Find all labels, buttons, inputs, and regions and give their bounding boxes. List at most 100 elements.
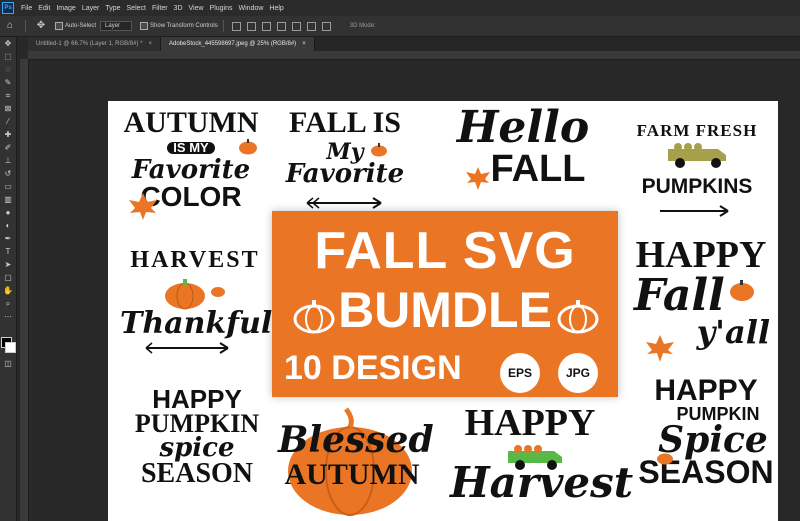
design-text: AUTUMN bbox=[123, 106, 259, 139]
move-tool-icon[interactable]: ✥ bbox=[35, 20, 47, 32]
pumpkin-icon bbox=[239, 139, 257, 155]
design-happy-pumpkin-spice-season-2: HAPPY PUMPKIN Spice SEASON bbox=[636, 374, 776, 488]
close-icon[interactable]: × bbox=[302, 41, 306, 47]
lasso-tool-icon[interactable]: ◌ bbox=[0, 63, 16, 76]
tab-adobestock[interactable]: AdobeStock_445598697.jpeg @ 25% (RGB/8#)… bbox=[161, 37, 315, 51]
pumpkin-icon bbox=[211, 287, 225, 297]
shape-tool-icon[interactable]: ▢ bbox=[0, 271, 16, 284]
quick-mask-icon[interactable]: ◫ bbox=[0, 357, 16, 370]
design-text: HAPPY bbox=[654, 374, 758, 407]
menu-plugins[interactable]: Plugins bbox=[207, 5, 236, 12]
design-text: IS MY bbox=[167, 140, 215, 154]
home-icon[interactable]: ⌂ bbox=[4, 20, 16, 32]
pen-tool-icon[interactable]: ✒ bbox=[0, 232, 16, 245]
pickup-truck-icon bbox=[508, 445, 562, 470]
hand-tool-icon[interactable]: ✋ bbox=[0, 284, 16, 297]
align-top-icon[interactable] bbox=[276, 21, 286, 31]
arrow-icon bbox=[660, 205, 729, 217]
frame-tool-icon[interactable]: ⊠ bbox=[0, 102, 16, 115]
crop-tool-icon[interactable]: ⌗ bbox=[0, 89, 16, 102]
tools-panel: ✥ ⬚ ◌ ✎ ⌗ ⊠ ⁄ ✚ ✐ ⊥ ↺ ▭ ▥ ● ◐ ✒ T ➤ ▢ ✋ … bbox=[0, 37, 17, 521]
align-bottom-icon[interactable] bbox=[306, 21, 316, 31]
pumpkin-outline-icon bbox=[557, 300, 599, 334]
menu-file[interactable]: File bbox=[18, 5, 35, 12]
menu-layer[interactable]: Layer bbox=[79, 5, 103, 12]
menu-image[interactable]: Image bbox=[53, 5, 78, 12]
design-happy-pumpkin-spice-season: HAPPY PUMPKIN spice SEASON bbox=[122, 384, 272, 490]
align-left-icon[interactable] bbox=[231, 21, 241, 31]
horizontal-ruler bbox=[28, 51, 800, 60]
menu-select[interactable]: Select bbox=[124, 5, 149, 12]
design-text: AUTUMN bbox=[284, 458, 420, 492]
photoshop-logo: Ps bbox=[2, 2, 14, 14]
design-blessed-autumn: Blessed AUTUMN bbox=[278, 419, 434, 492]
design-text: Favorite bbox=[285, 159, 405, 190]
tab-label: AdobeStock_445598697.jpeg @ 25% (RGB/8#) bbox=[169, 41, 297, 47]
maple-leaf-icon bbox=[466, 167, 490, 190]
pickup-truck-icon bbox=[668, 143, 726, 168]
arrow-icon bbox=[306, 197, 382, 209]
show-transform-label: Show Transform Controls bbox=[150, 23, 218, 29]
menu-edit[interactable]: Edit bbox=[35, 5, 53, 12]
align-center-icon[interactable] bbox=[246, 21, 256, 31]
design-text: HAPPY bbox=[635, 234, 767, 276]
move-tool-icon[interactable]: ✥ bbox=[0, 37, 16, 50]
menu-type[interactable]: Type bbox=[102, 5, 123, 12]
divider bbox=[25, 20, 26, 32]
menu-help[interactable]: Help bbox=[266, 5, 286, 12]
menu-view[interactable]: View bbox=[186, 5, 207, 12]
gradient-tool-icon[interactable]: ▥ bbox=[0, 193, 16, 206]
more-options-icon[interactable] bbox=[321, 21, 331, 31]
close-icon[interactable]: × bbox=[148, 41, 152, 47]
jpg-badge: JPG bbox=[558, 353, 598, 393]
pumpkin-icon bbox=[730, 280, 754, 301]
quick-select-tool-icon[interactable]: ✎ bbox=[0, 76, 16, 89]
auto-select-target-dropdown[interactable]: Layer bbox=[100, 21, 133, 31]
arrow-icon bbox=[145, 342, 229, 354]
marquee-tool-icon[interactable]: ⬚ bbox=[0, 50, 16, 63]
stamp-tool-icon[interactable]: ⊥ bbox=[0, 154, 16, 167]
brush-tool-icon[interactable]: ✐ bbox=[0, 141, 16, 154]
zoom-tool-icon[interactable]: ⌕ bbox=[0, 297, 16, 310]
maple-leaf-icon bbox=[646, 335, 674, 362]
pumpkin-outline-icon bbox=[293, 300, 335, 334]
eps-badge: EPS bbox=[500, 353, 540, 393]
document-canvas[interactable]: AUTUMN IS MY Favorite COLOR FALL IS My F… bbox=[108, 101, 778, 521]
3d-mode-label: 3D Mode: bbox=[349, 23, 376, 29]
tab-untitled[interactable]: Untitled-1 @ 66.7% (Layer 1, RGB/8#) * × bbox=[28, 37, 161, 51]
divider bbox=[222, 20, 224, 32]
menu-3d[interactable]: 3D bbox=[171, 5, 186, 12]
design-text: FARM FRESH bbox=[636, 121, 758, 140]
type-tool-icon[interactable]: T bbox=[0, 245, 16, 258]
align-middle-icon[interactable] bbox=[291, 21, 301, 31]
menu-filter[interactable]: Filter bbox=[149, 5, 171, 12]
design-text: HARVEST bbox=[130, 247, 260, 273]
design-text: HAPPY bbox=[464, 402, 596, 444]
maple-leaf-icon bbox=[129, 193, 157, 220]
design-text: HAPPY bbox=[152, 384, 242, 414]
history-brush-tool-icon[interactable]: ↺ bbox=[0, 167, 16, 180]
design-text: SEASON bbox=[140, 458, 254, 490]
design-text: Blessed bbox=[278, 419, 434, 461]
pumpkin-icon bbox=[371, 143, 387, 157]
banner-title: FALL SVG bbox=[314, 222, 576, 280]
eraser-tool-icon[interactable]: ▭ bbox=[0, 180, 16, 193]
path-select-tool-icon[interactable]: ➤ bbox=[0, 258, 16, 271]
design-text: Thankful bbox=[120, 305, 273, 341]
background-color-swatch[interactable] bbox=[5, 342, 16, 353]
pumpkin-icon bbox=[165, 279, 205, 310]
menu-window[interactable]: Window bbox=[236, 5, 267, 12]
design-text: PUMPKINS bbox=[641, 175, 753, 199]
healing-brush-tool-icon[interactable]: ✚ bbox=[0, 128, 16, 141]
more-tools-icon[interactable]: ⋯ bbox=[0, 310, 16, 323]
dodge-tool-icon[interactable]: ◐ bbox=[0, 219, 16, 232]
blur-tool-icon[interactable]: ● bbox=[0, 206, 16, 219]
document-tabs: Untitled-1 @ 66.7% (Layer 1, RGB/8#) * × … bbox=[28, 37, 800, 51]
show-transform-checkbox[interactable] bbox=[140, 22, 149, 30]
eyedropper-tool-icon[interactable]: ⁄ bbox=[0, 115, 16, 128]
banner-design-count: 10 DESIGN bbox=[284, 349, 462, 387]
design-text: FALL IS bbox=[289, 106, 401, 139]
menu-bar: Ps File Edit Image Layer Type Select Fil… bbox=[0, 0, 800, 16]
auto-select-checkbox[interactable] bbox=[55, 22, 63, 30]
align-right-icon[interactable] bbox=[261, 21, 271, 31]
